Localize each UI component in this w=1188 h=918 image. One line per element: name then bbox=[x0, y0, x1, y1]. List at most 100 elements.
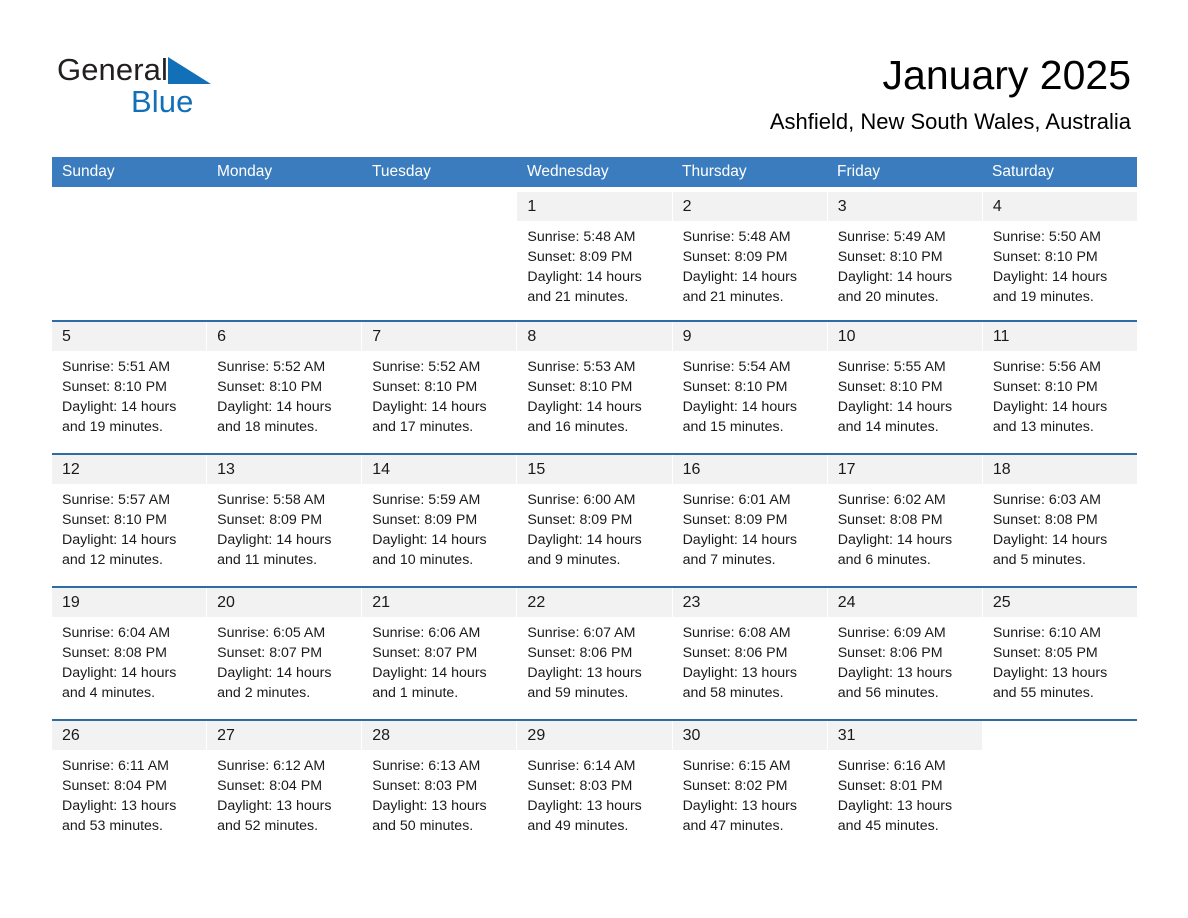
day-cell[interactable]: 17 Sunrise: 6:02 AM Sunset: 8:08 PM Dayligh… bbox=[827, 455, 983, 586]
sunset-time: Sunset: 8:10 PM bbox=[837, 379, 943, 395]
calendar-grid: Sunday Monday Tuesday Wednesday Thursday Frid… bbox=[52, 157, 1137, 852]
day-details: Sunrise: 6:16 AM Sunset: 8:01 PM Daylight:… bbox=[828, 750, 982, 836]
day-details: Sunrise: 6:11 AM Sunset: 8:04 PM Daylight:… bbox=[52, 750, 206, 836]
day-cell-empty bbox=[982, 721, 1137, 852]
day-details: Sunrise: 6:00 AM Sunset: 8:09 PM Daylight:… bbox=[517, 484, 671, 570]
day-cell[interactable]: 2 Sunrise: 5:48 AM Sunset: 8:09 PM Daylight… bbox=[672, 192, 828, 320]
week-row: 12 Sunrise: 5:57 AM Sunset: 8:10 PM Dayligh… bbox=[52, 453, 1137, 586]
day-details: Sunrise: 5:57 AM Sunset: 8:10 PM Daylight:… bbox=[52, 484, 206, 570]
daylight-duration-line2: and 19 minutes. bbox=[992, 289, 1094, 305]
sunrise-time: Sunrise: 6:02 AM bbox=[837, 492, 946, 508]
day-cell[interactable]: 25 Sunrise: 6:10 AM Sunset: 8:05 PM Dayligh… bbox=[982, 588, 1137, 719]
sunrise-time: Sunrise: 5:56 AM bbox=[992, 359, 1101, 375]
day-number: 23 bbox=[682, 594, 701, 611]
daylight-duration-line1: Daylight: 14 hours bbox=[527, 269, 642, 285]
weekday-header-sunday: Sunday bbox=[62, 163, 115, 180]
sunset-time: Sunset: 8:09 PM bbox=[372, 512, 478, 528]
daylight-duration-line2: and 50 minutes. bbox=[372, 818, 474, 834]
day-number-band: 5 bbox=[52, 322, 207, 351]
daylight-duration-line2: and 19 minutes. bbox=[62, 419, 163, 435]
day-cell[interactable]: 26 Sunrise: 6:11 AM Sunset: 8:04 PM Dayligh… bbox=[52, 721, 208, 852]
day-cell[interactable]: 4 Sunrise: 5:50 AM Sunset: 8:10 PM Daylight… bbox=[982, 192, 1137, 320]
weekday-header-saturday: Saturday bbox=[992, 163, 1055, 180]
day-number: 8 bbox=[527, 328, 537, 345]
day-cell[interactable]: 14 Sunrise: 5:59 AM Sunset: 8:09 PM Dayligh… bbox=[362, 455, 518, 586]
daylight-duration-line1: Daylight: 14 hours bbox=[372, 399, 487, 415]
day-cell[interactable]: 11 Sunrise: 5:56 AM Sunset: 8:10 PM Dayligh… bbox=[982, 322, 1137, 453]
day-cell[interactable]: 9 Sunrise: 5:54 AM Sunset: 8:10 PM Daylight… bbox=[672, 322, 828, 453]
day-cell[interactable]: 8 Sunrise: 5:53 AM Sunset: 8:10 PM Daylight… bbox=[517, 322, 673, 453]
sunset-time: Sunset: 8:03 PM bbox=[372, 778, 478, 794]
general-blue-logo[interactable]: General Blue bbox=[57, 52, 317, 122]
day-number-band: 26 bbox=[52, 721, 207, 750]
day-cell[interactable]: 13 Sunrise: 5:58 AM Sunset: 8:09 PM Dayligh… bbox=[207, 455, 363, 586]
day-details: Sunrise: 6:03 AM Sunset: 8:08 PM Daylight:… bbox=[983, 484, 1137, 570]
day-number-band bbox=[52, 192, 207, 221]
daylight-duration-line1: Daylight: 14 hours bbox=[837, 269, 953, 285]
day-number: 24 bbox=[837, 594, 856, 611]
day-cell[interactable]: 10 Sunrise: 5:55 AM Sunset: 8:10 PM Dayligh… bbox=[827, 322, 983, 453]
logo-text-general: General bbox=[57, 52, 168, 87]
day-number-band: 22 bbox=[517, 588, 672, 617]
daylight-duration-line2: and 21 minutes. bbox=[682, 289, 784, 305]
day-cell[interactable]: 7 Sunrise: 5:52 AM Sunset: 8:10 PM Daylight… bbox=[362, 322, 518, 453]
day-cell[interactable]: 27 Sunrise: 6:12 AM Sunset: 8:04 PM Dayligh… bbox=[207, 721, 363, 852]
day-number-band: 23 bbox=[672, 588, 827, 617]
day-details: Sunrise: 6:09 AM Sunset: 8:06 PM Daylight:… bbox=[828, 617, 982, 703]
day-cell[interactable]: 30 Sunrise: 6:15 AM Sunset: 8:02 PM Dayligh… bbox=[672, 721, 828, 852]
daylight-duration-line2: and 45 minutes. bbox=[837, 818, 939, 834]
day-cell[interactable]: 29 Sunrise: 6:14 AM Sunset: 8:03 PM Dayligh… bbox=[517, 721, 673, 852]
day-cell-empty bbox=[207, 192, 363, 320]
day-number: 4 bbox=[992, 198, 1002, 215]
sunset-time: Sunset: 8:04 PM bbox=[62, 778, 167, 794]
page-title: January 2025 bbox=[882, 52, 1131, 98]
day-cell[interactable]: 16 Sunrise: 6:01 AM Sunset: 8:09 PM Dayligh… bbox=[672, 455, 828, 586]
daylight-duration-line2: and 49 minutes. bbox=[527, 818, 629, 834]
day-cell[interactable]: 3 Sunrise: 5:49 AM Sunset: 8:10 PM Daylight… bbox=[827, 192, 983, 320]
daylight-duration-line2: and 53 minutes. bbox=[62, 818, 163, 834]
daylight-duration-line1: Daylight: 14 hours bbox=[837, 399, 953, 415]
week-row: 1 Sunrise: 5:48 AM Sunset: 8:09 PM Daylight… bbox=[52, 192, 1137, 320]
day-cell[interactable]: 1 Sunrise: 5:48 AM Sunset: 8:09 PM Daylight… bbox=[517, 192, 673, 320]
day-number: 19 bbox=[62, 594, 80, 611]
location-subtitle: Ashfield, New South Wales, Australia bbox=[769, 109, 1131, 134]
daylight-duration-line1: Daylight: 14 hours bbox=[992, 532, 1108, 548]
day-details: Sunrise: 5:49 AM Sunset: 8:10 PM Daylight:… bbox=[828, 221, 982, 307]
day-cell[interactable]: 24 Sunrise: 6:09 AM Sunset: 8:06 PM Dayligh… bbox=[827, 588, 983, 719]
day-number: 6 bbox=[217, 328, 227, 345]
daylight-duration-line1: Daylight: 13 hours bbox=[527, 798, 642, 814]
day-cell[interactable]: 15 Sunrise: 6:00 AM Sunset: 8:09 PM Dayligh… bbox=[517, 455, 673, 586]
day-number: 18 bbox=[992, 461, 1011, 478]
daylight-duration-line2: and 12 minutes. bbox=[62, 552, 163, 568]
day-number: 13 bbox=[217, 461, 235, 478]
sunset-time: Sunset: 8:09 PM bbox=[527, 512, 633, 528]
logo-text-blue: Blue bbox=[131, 84, 194, 119]
day-number: 31 bbox=[837, 727, 856, 744]
sunrise-time: Sunrise: 6:14 AM bbox=[527, 758, 636, 774]
day-cell[interactable]: 31 Sunrise: 6:16 AM Sunset: 8:01 PM Dayligh… bbox=[827, 721, 983, 852]
day-cell[interactable]: 21 Sunrise: 6:06 AM Sunset: 8:07 PM Dayligh… bbox=[362, 588, 518, 719]
day-number-band: 16 bbox=[672, 455, 827, 484]
day-cell[interactable]: 6 Sunrise: 5:52 AM Sunset: 8:10 PM Daylight… bbox=[207, 322, 363, 453]
sunset-time: Sunset: 8:09 PM bbox=[682, 512, 788, 528]
day-number: 10 bbox=[837, 328, 856, 345]
daylight-duration-line2: and 13 minutes. bbox=[992, 419, 1094, 435]
sunset-time: Sunset: 8:06 PM bbox=[527, 645, 633, 661]
day-cell[interactable]: 5 Sunrise: 5:51 AM Sunset: 8:10 PM Daylight… bbox=[52, 322, 208, 453]
day-cell[interactable]: 22 Sunrise: 6:07 AM Sunset: 8:06 PM Dayligh… bbox=[517, 588, 673, 719]
daylight-duration-line2: and 59 minutes. bbox=[527, 685, 629, 701]
page-header: General Blue January 2025 Ashfield, New … bbox=[0, 0, 1188, 134]
sunset-time: Sunset: 8:10 PM bbox=[682, 379, 788, 395]
daylight-duration-line2: and 1 minute. bbox=[372, 685, 459, 701]
sunset-time: Sunset: 8:07 PM bbox=[372, 645, 478, 661]
day-cell[interactable]: 19 Sunrise: 6:04 AM Sunset: 8:08 PM Dayligh… bbox=[52, 588, 208, 719]
sunrise-time: Sunrise: 6:16 AM bbox=[837, 758, 946, 774]
day-cell[interactable]: 28 Sunrise: 6:13 AM Sunset: 8:03 PM Dayligh… bbox=[362, 721, 518, 852]
day-cell[interactable]: 18 Sunrise: 6:03 AM Sunset: 8:08 PM Dayligh… bbox=[982, 455, 1137, 586]
day-cell[interactable]: 20 Sunrise: 6:05 AM Sunset: 8:07 PM Dayligh… bbox=[207, 588, 363, 719]
day-number-band: 11 bbox=[982, 322, 1137, 351]
day-cell[interactable]: 23 Sunrise: 6:08 AM Sunset: 8:06 PM Dayligh… bbox=[672, 588, 828, 719]
daylight-duration-line2: and 55 minutes. bbox=[992, 685, 1094, 701]
day-cell[interactable]: 12 Sunrise: 5:57 AM Sunset: 8:10 PM Dayligh… bbox=[52, 455, 208, 586]
daylight-duration-line1: Daylight: 13 hours bbox=[62, 798, 177, 814]
